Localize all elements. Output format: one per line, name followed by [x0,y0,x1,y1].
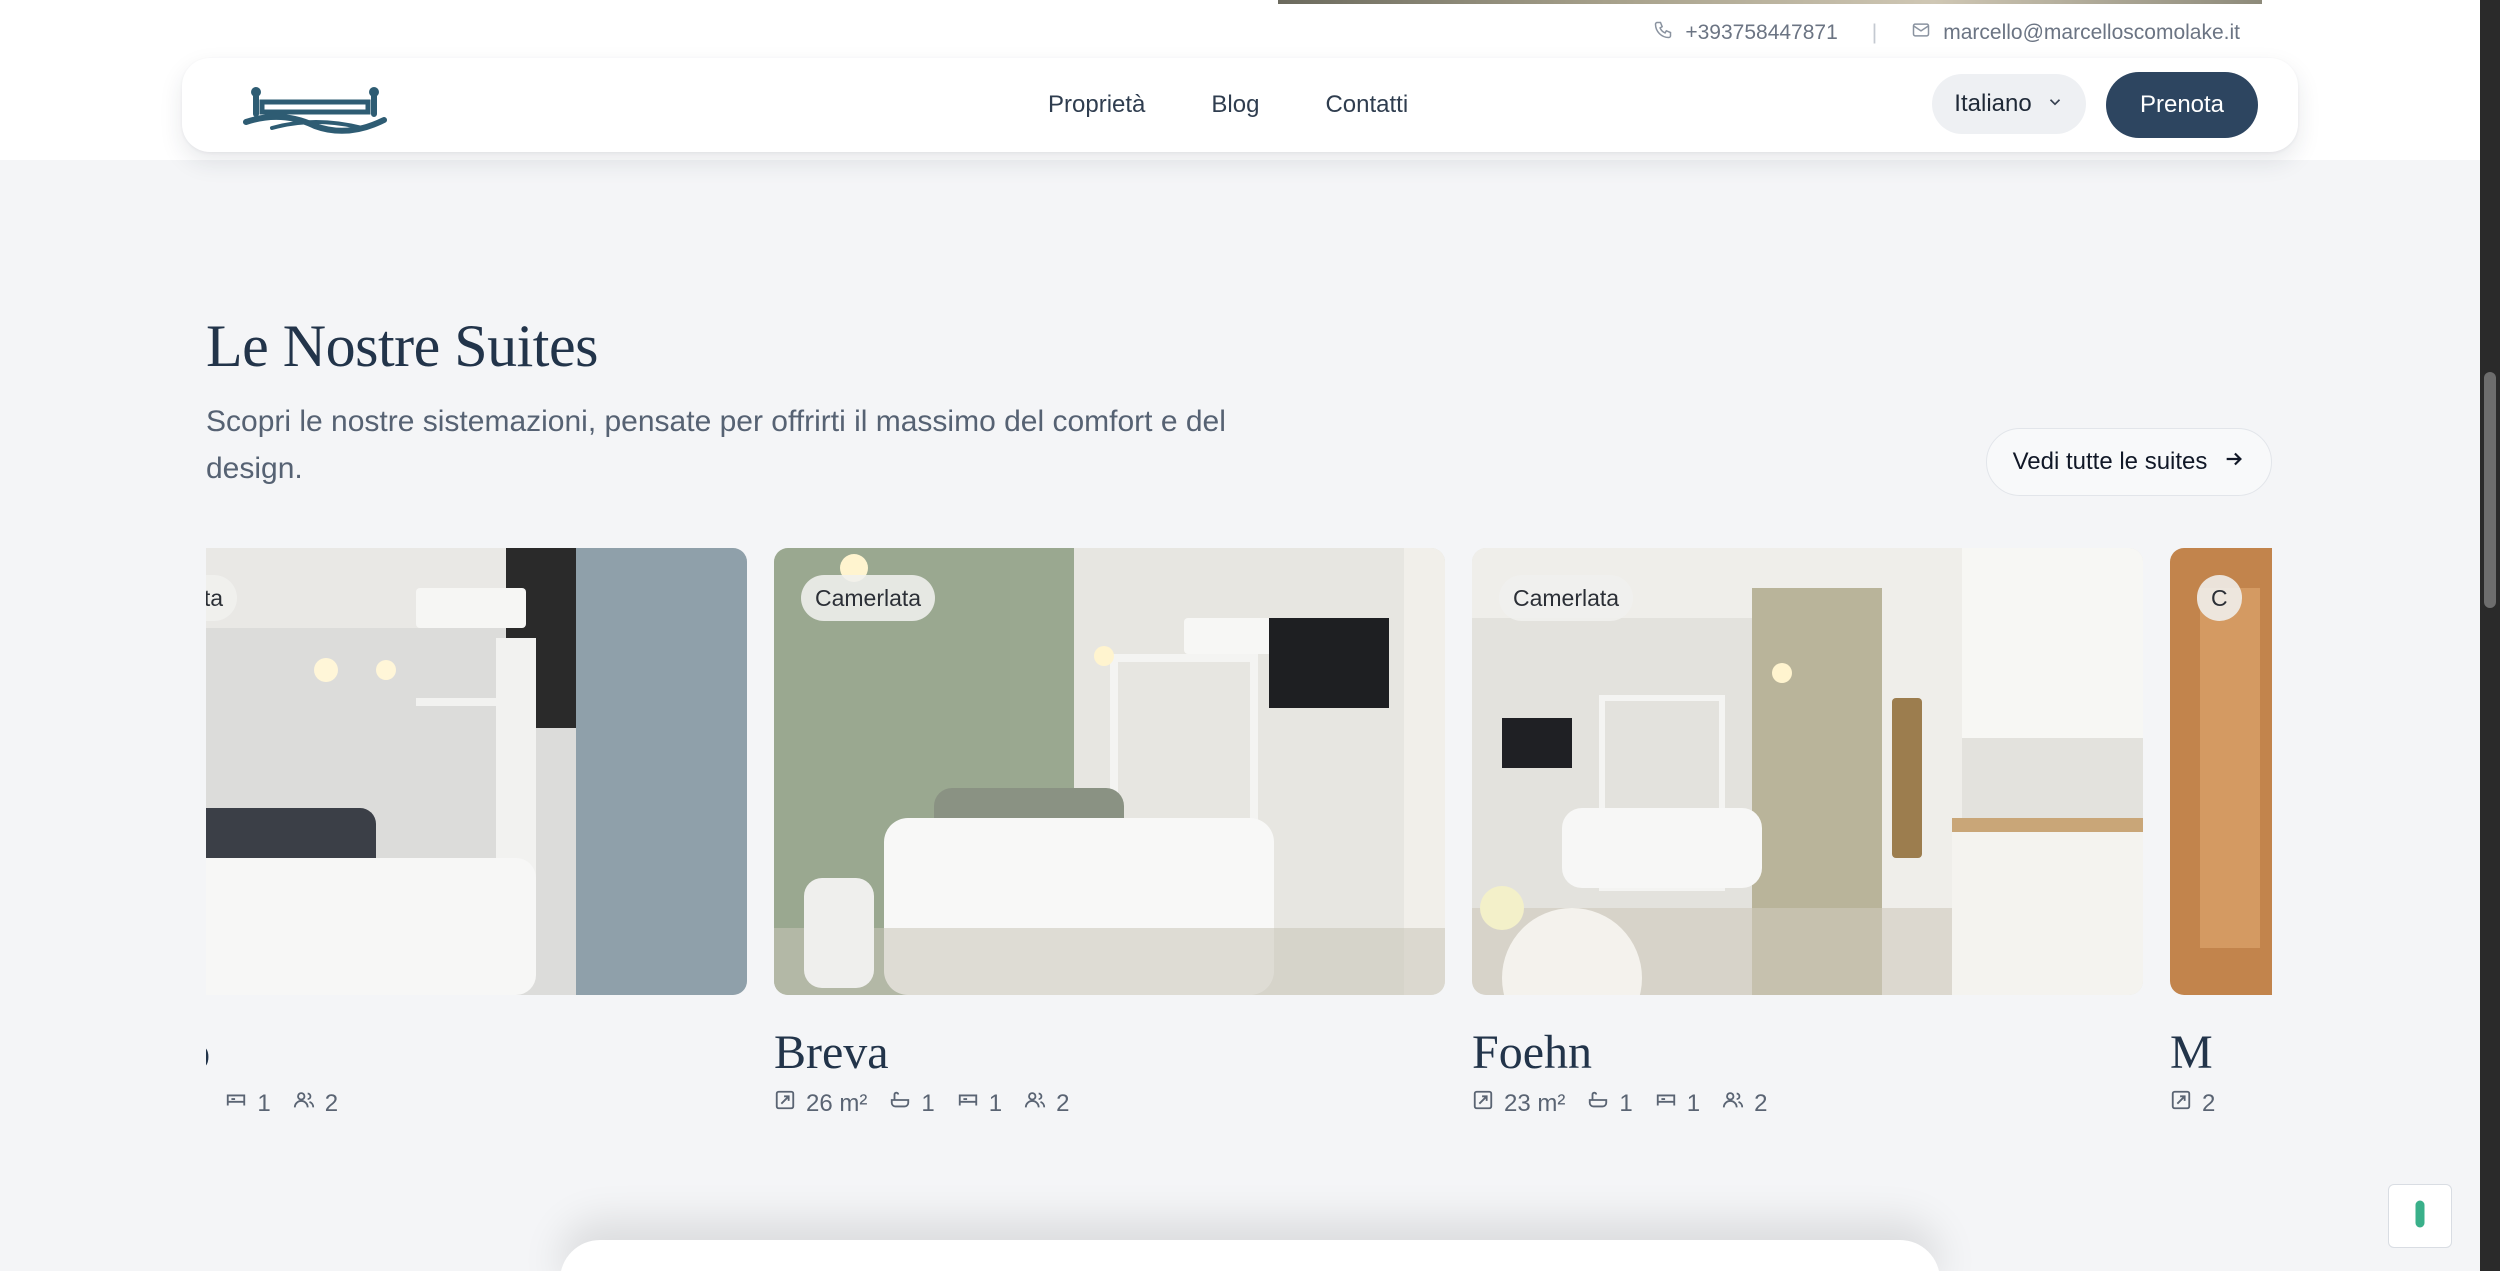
carousel-track: Camerlata Tivano m² 1 1 2 [206,548,2272,1118]
area-icon [2170,1089,2192,1118]
suite-name[interactable]: Tivano [206,1025,747,1081]
bed-item: 1 [957,1089,1002,1118]
leaf-icon [2411,1195,2429,1238]
suite-name[interactable]: Breva [774,1025,1445,1081]
guests-count: 2 [324,1089,339,1117]
bed-count: 1 [257,1089,271,1117]
bed-icon [225,1089,247,1118]
suites-carousel[interactable]: Camerlata Tivano m² 1 1 2 [206,548,2272,1148]
nav-link-contacts[interactable]: Contatti [1325,91,1408,119]
suite-meta: 26 m² 1 1 2 [774,1089,1445,1118]
bath-item: 1 [1587,1089,1633,1118]
suite-photo: Camerlata [206,548,747,995]
language-select[interactable]: Italiano [1932,74,2086,134]
chevron-down-icon [2046,90,2064,118]
suite-card[interactable]: Camerlata Tivano m² 1 1 2 [206,548,747,1118]
area-icon [774,1089,796,1118]
email-link[interactable]: marcello@marcelloscomolake.it [1911,20,2240,46]
bed-item: 1 [1655,1089,1700,1118]
contact-row: +393758447871 | marcello@marcelloscomola… [1653,18,2240,48]
contact-separator: | [1871,21,1878,44]
suite-card[interactable]: Camerlata Breva 26 m² 1 1 2 [774,548,1445,1118]
bed-icon [957,1089,979,1118]
area-item: 23 m² [1472,1089,1565,1118]
guests-icon [1722,1089,1744,1118]
location-badge: Camerlata [1499,575,1634,621]
page-scrollbar[interactable] [2480,0,2500,1271]
suite-card[interactable]: Camerlata Foehn 23 m² 1 1 2 [1472,548,2143,1118]
language-value: Italiano [1954,90,2032,117]
next-section-panel [560,1240,1940,1271]
phone-link[interactable]: +393758447871 [1653,20,1838,46]
bed-icon [1655,1089,1677,1118]
area-value: 26 m² [806,1089,868,1117]
see-all-label: Vedi tutte le suites [2012,448,2208,475]
section-title: Le Nostre Suites [206,313,598,379]
location-badge: Camerlata [801,575,936,621]
suite-name[interactable]: M [2170,1025,2272,1081]
area-item: 2 [2170,1089,2215,1118]
area-value: 2 [2202,1089,2216,1117]
guests-icon [293,1089,315,1118]
suite-photo: Camerlata [774,548,1445,995]
see-all-suites-button[interactable]: Vedi tutte le suites [1986,428,2272,496]
nav-link-properties[interactable]: Proprietà [1048,91,1145,119]
bed-count: 1 [988,1089,1003,1117]
main-navbar: Proprietà Blog Contatti Italiano Prenota [182,58,2298,152]
bed-count: 1 [1686,1089,1701,1117]
guests-item: 2 [1024,1089,1069,1118]
suite-meta: m² 1 1 2 [206,1089,747,1118]
site-logo[interactable] [242,76,388,136]
arrow-right-icon [2223,448,2245,477]
suite-card[interactable]: C M 2 [2170,548,2272,1118]
suite-meta: 2 [2170,1089,2272,1118]
section-subtitle: Scopri le nostre sistemazioni, pensate p… [206,405,1226,485]
suite-name[interactable]: Foehn [1472,1025,2143,1081]
guests-count: 2 [1754,1089,1768,1117]
suite-photo: C [2170,548,2272,995]
area-value: 23 m² [1504,1089,1566,1117]
bathtub-icon [889,1089,911,1118]
nav-link-blog[interactable]: Blog [1211,91,1259,119]
nav-links: Proprietà Blog Contatti [1048,58,1408,152]
bath-count: 1 [1619,1089,1633,1117]
suite-meta: 23 m² 1 1 2 [1472,1089,2143,1118]
guests-icon [1024,1089,1046,1118]
guests-item: 2 [293,1089,338,1118]
hero-image-edge [1278,0,2262,4]
phone-icon [1653,20,1673,46]
location-badge: C [2197,575,2242,621]
mail-icon [1911,20,1931,46]
scrollbar-thumb[interactable] [2484,372,2496,608]
area-icon [1472,1089,1494,1118]
bath-count: 1 [921,1089,935,1117]
suite-photo: Camerlata [1472,548,2143,995]
bath-item: 1 [889,1089,935,1118]
book-button[interactable]: Prenota [2106,72,2258,138]
area-item: 26 m² [774,1089,867,1118]
phone-number: +393758447871 [1685,21,1838,44]
accessibility-widget[interactable] [2388,1184,2452,1248]
bed-item: 1 [225,1089,271,1118]
bathtub-icon [1587,1089,1609,1118]
email-address: marcello@marcelloscomolake.it [1943,21,2240,44]
guests-item: 2 [1722,1089,1767,1118]
guests-count: 2 [1056,1089,1070,1117]
